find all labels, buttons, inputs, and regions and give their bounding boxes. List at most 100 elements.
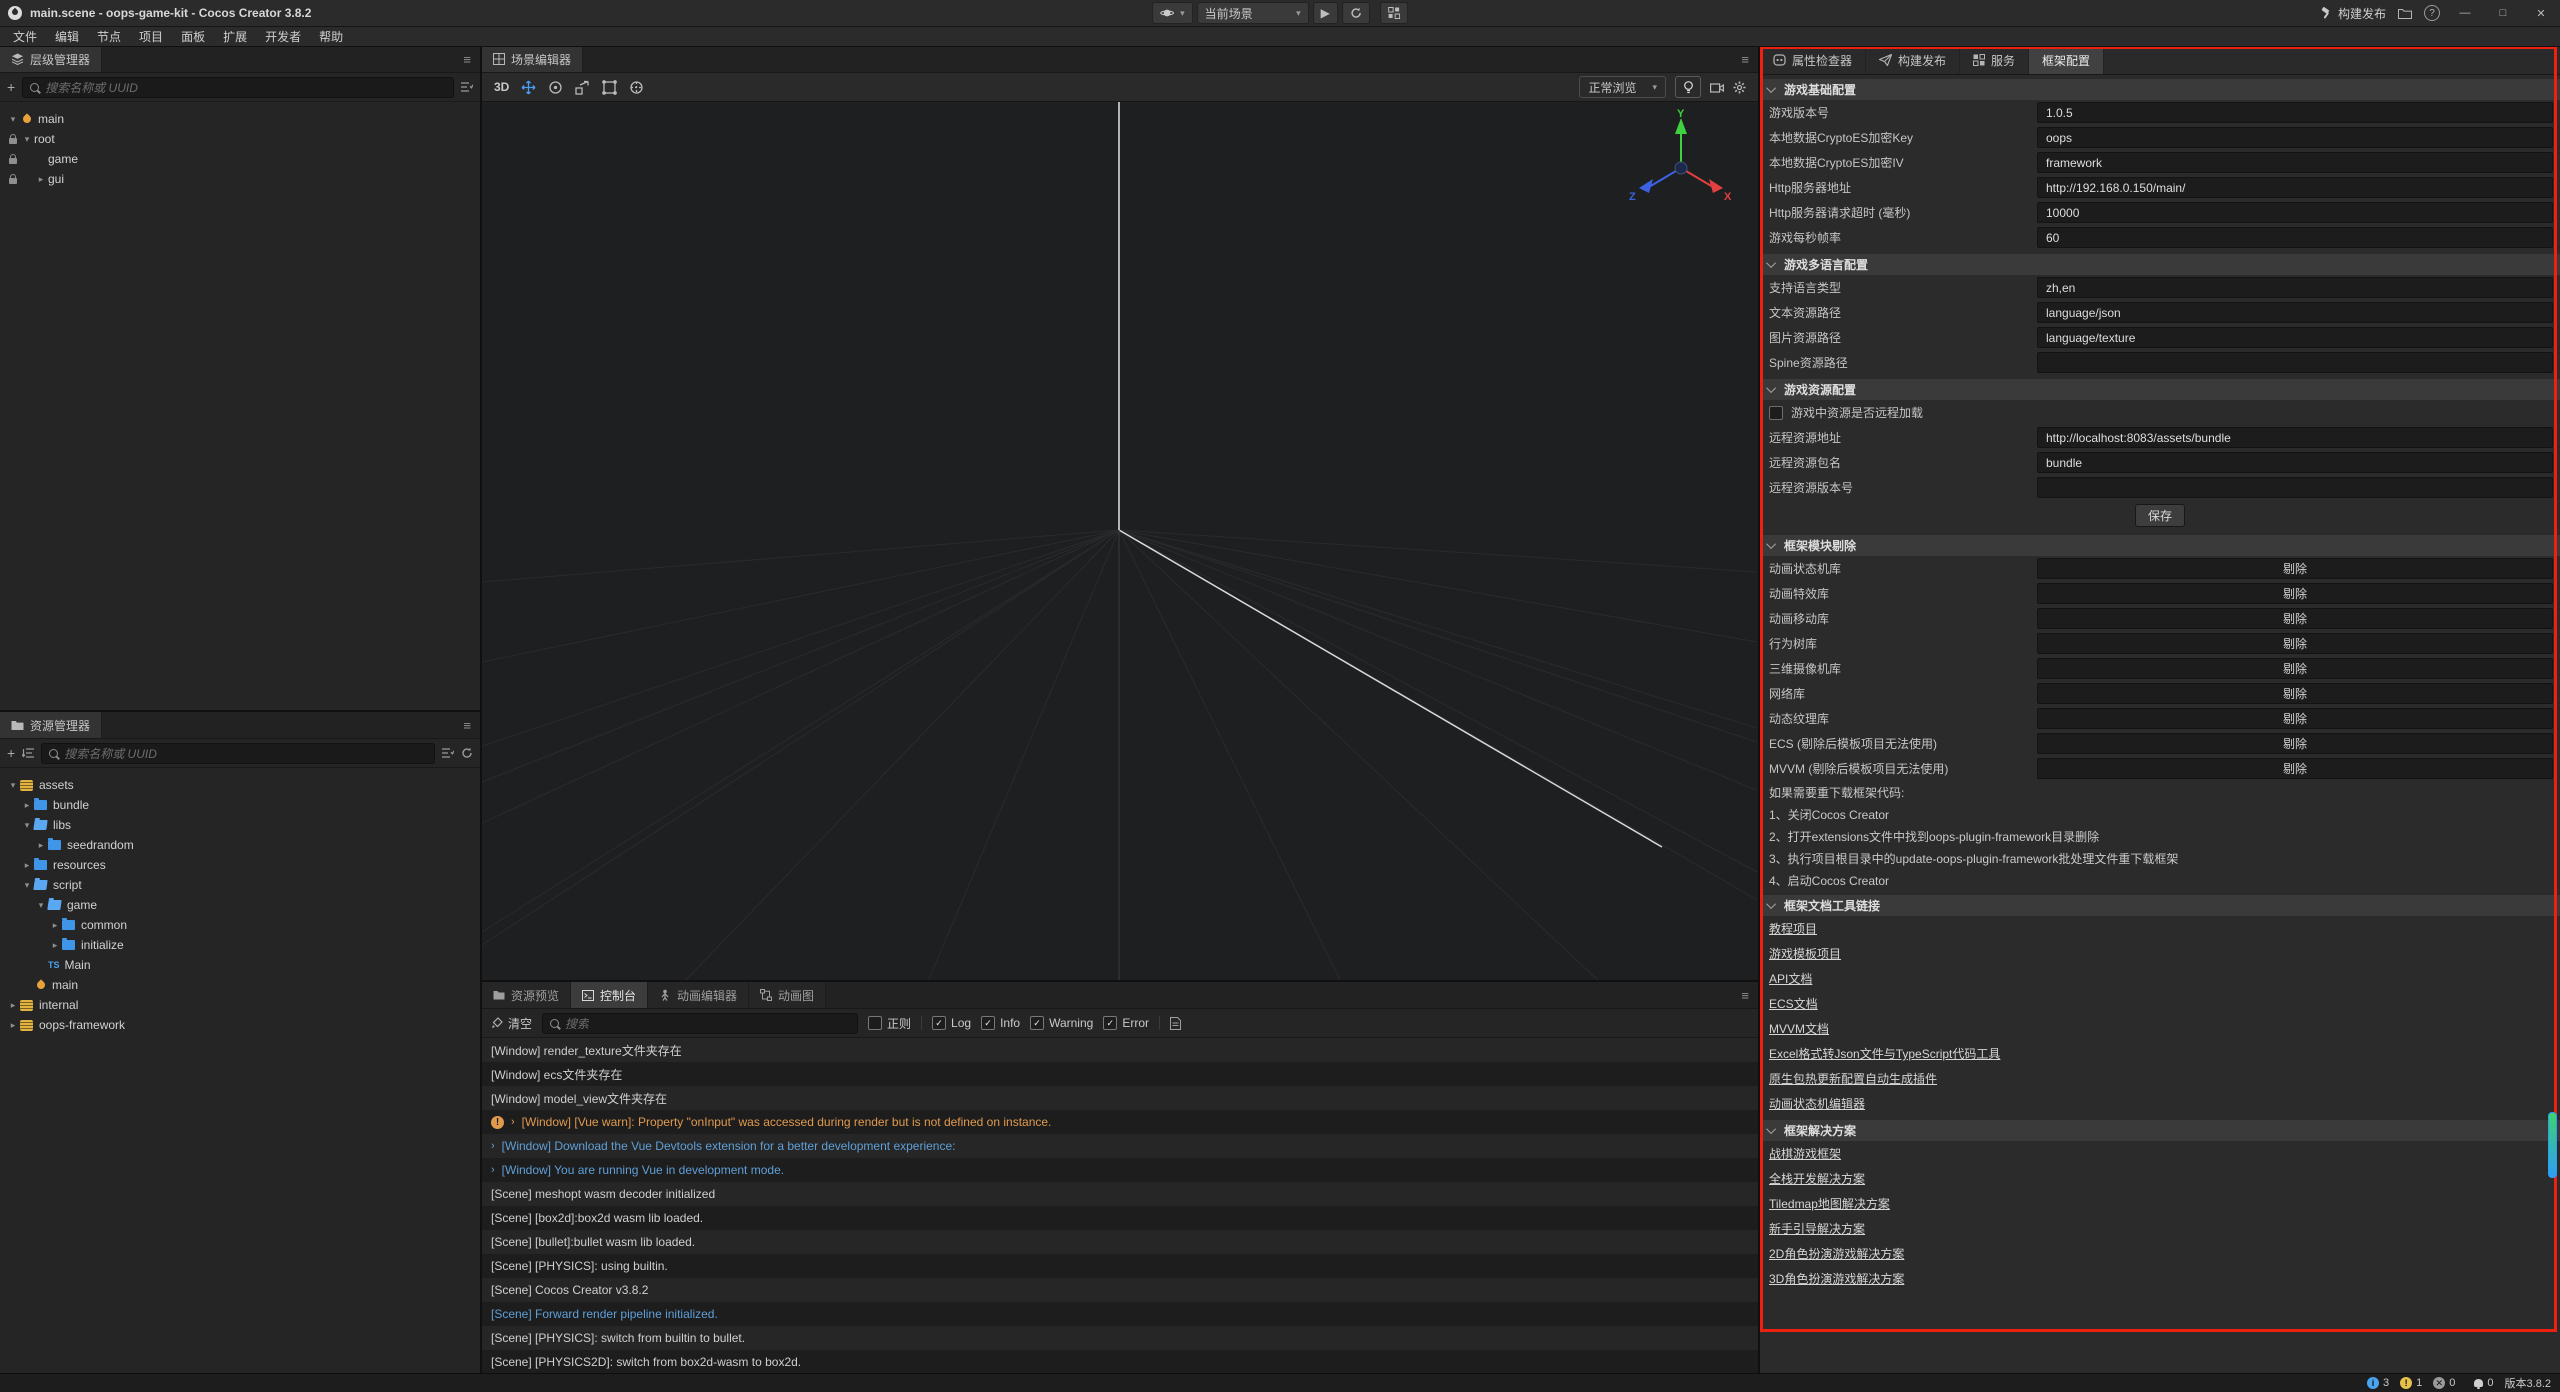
link-mvvm-docs[interactable]: MVVM文档 xyxy=(1760,1016,2560,1041)
log-row[interactable]: [Scene] meshopt wasm decoder initialized xyxy=(482,1182,1758,1206)
scene-menu-icon[interactable]: ≡ xyxy=(1732,46,1758,72)
device-preview-button[interactable] xyxy=(1380,2,1408,24)
asset-node-main-scene[interactable]: main xyxy=(0,975,480,995)
section-docs-links[interactable]: 框架文档工具链接 xyxy=(1760,895,2560,916)
view-mode-dropdown[interactable]: 正常浏览 ▾ xyxy=(1579,76,1666,98)
minimize-button[interactable]: — xyxy=(2452,7,2478,19)
fps-input[interactable]: 60 xyxy=(2037,227,2553,248)
tab-services[interactable]: 服务 xyxy=(1960,46,2029,74)
chevron-collapsed-icon[interactable]: ▸ xyxy=(6,1000,20,1011)
tab-animation-editor[interactable]: 动画编辑器 xyxy=(648,982,749,1008)
log-row[interactable]: [Scene] [PHYSICS]: using builtin. xyxy=(482,1254,1758,1278)
asset-node-internal[interactable]: ▸ internal xyxy=(0,995,480,1015)
remove-module-button[interactable]: 剔除 xyxy=(2037,608,2553,629)
tab-framework-config[interactable]: 框架配置 xyxy=(2029,46,2104,74)
orientation-gizmo[interactable]: Y X Z xyxy=(1621,108,1741,228)
tab-property-inspector[interactable]: 属性检查器 xyxy=(1760,46,1866,74)
regex-checkbox[interactable]: 正则 xyxy=(868,1015,911,1032)
remote-bundle-name-input[interactable]: bundle xyxy=(2037,452,2553,473)
expand-icon[interactable]: › xyxy=(511,1116,515,1128)
hierarchy-search-input[interactable]: 搜索名称或 UUID xyxy=(22,77,454,98)
filter-log-checkbox[interactable]: Log xyxy=(932,1016,971,1030)
menu-project[interactable]: 项目 xyxy=(130,28,172,45)
remove-module-button[interactable]: 剔除 xyxy=(2037,758,2553,779)
log-row[interactable]: [Window] render_texture文件夹存在 xyxy=(482,1038,1758,1062)
refresh-assets-icon[interactable] xyxy=(461,747,473,759)
remove-module-button[interactable]: 剔除 xyxy=(2037,708,2553,729)
asset-node-common[interactable]: ▸ common xyxy=(0,915,480,935)
create-node-button[interactable]: + xyxy=(7,80,15,94)
log-row[interactable]: [Scene] [bullet]:bullet wasm lib loaded. xyxy=(482,1230,1758,1254)
remote-resource-url-input[interactable]: http://localhost:8083/assets/bundle xyxy=(2037,427,2553,448)
text-resource-path-input[interactable]: language/json xyxy=(2037,302,2553,323)
chevron-expanded-icon[interactable]: ▾ xyxy=(6,114,20,125)
log-row[interactable]: [Scene] Cocos Creator v3.8.2 xyxy=(482,1278,1758,1302)
link-2d-rpg-solution[interactable]: 2D角色扮演游戏解决方案 xyxy=(1760,1241,2560,1266)
hierarchy-node-root[interactable]: ▾ root xyxy=(0,129,480,149)
remove-module-button[interactable]: 剔除 xyxy=(2037,683,2553,704)
scene-viewport[interactable]: Y X Z xyxy=(482,102,1758,980)
build-publish-button[interactable]: 构建发布 xyxy=(2320,5,2386,22)
chevron-collapsed-icon[interactable]: ▸ xyxy=(48,920,62,931)
chevron-expanded-icon[interactable]: ▾ xyxy=(20,134,34,145)
info-count[interactable]: i 3 xyxy=(2367,1377,2389,1389)
link-excel-tool[interactable]: Excel格式转Json文件与TypeScript代码工具 xyxy=(1760,1041,2560,1066)
log-row[interactable]: [Scene] [PHYSICS]: switch from builtin t… xyxy=(482,1326,1758,1350)
filter-error-checkbox[interactable]: Error xyxy=(1103,1016,1149,1030)
lighting-toggle-button[interactable] xyxy=(1675,76,1701,98)
chevron-expanded-icon[interactable]: ▾ xyxy=(6,780,20,791)
console-menu-icon[interactable]: ≡ xyxy=(1732,982,1758,1008)
asset-node-main-ts[interactable]: TS Main xyxy=(0,955,480,975)
rotate-tool-button[interactable] xyxy=(548,80,563,95)
link-animator-editor[interactable]: 动画状态机编辑器 xyxy=(1760,1091,2560,1116)
menu-developer[interactable]: 开发者 xyxy=(256,28,310,45)
log-row-info[interactable]: [Scene] Forward render pipeline initiali… xyxy=(482,1302,1758,1326)
section-language-config[interactable]: 游戏多语言配置 xyxy=(1760,254,2560,275)
remove-module-button[interactable]: 剔除 xyxy=(2037,583,2553,604)
link-fullstack-solution[interactable]: 全栈开发解决方案 xyxy=(1760,1166,2560,1191)
notification-count[interactable]: 0 xyxy=(2474,1377,2493,1389)
checkbox-unchecked-icon[interactable] xyxy=(1769,406,1783,420)
clear-console-button[interactable]: 清空 xyxy=(491,1015,532,1032)
spine-resource-path-input[interactable] xyxy=(2037,352,2553,373)
chevron-collapsed-icon[interactable]: ▸ xyxy=(20,860,34,871)
section-game-basic-config[interactable]: 游戏基础配置 xyxy=(1760,79,2560,100)
log-row[interactable]: [Scene] [box2d]:box2d wasm lib loaded. xyxy=(482,1206,1758,1230)
crypto-iv-input[interactable]: framework xyxy=(2037,152,2553,173)
chevron-expanded-icon[interactable]: ▾ xyxy=(20,880,34,891)
menu-edit[interactable]: 编辑 xyxy=(46,28,88,45)
warning-count[interactable]: ! 1 xyxy=(2400,1377,2422,1389)
tab-hierarchy[interactable]: 层级管理器 xyxy=(0,46,102,72)
reload-button[interactable] xyxy=(1342,2,1370,24)
link-hotupdate-plugin[interactable]: 原生包热更新配置自动生成插件 xyxy=(1760,1066,2560,1091)
scene-select-dropdown[interactable]: 当前场景 ▾ xyxy=(1197,2,1309,24)
log-row-info[interactable]: › [Window] You are running Vue in develo… xyxy=(482,1158,1758,1182)
asset-node-libs[interactable]: ▾ libs xyxy=(0,815,480,835)
chevron-collapsed-icon[interactable]: ▸ xyxy=(34,174,48,185)
section-solutions[interactable]: 框架解决方案 xyxy=(1760,1120,2560,1141)
link-3d-rpg-solution[interactable]: 3D角色扮演游戏解决方案 xyxy=(1760,1266,2560,1291)
asset-node-resources[interactable]: ▸ resources xyxy=(0,855,480,875)
link-tutorial-project[interactable]: 教程项目 xyxy=(1760,916,2560,941)
link-guide-solution[interactable]: 新手引导解决方案 xyxy=(1760,1216,2560,1241)
link-ecs-docs[interactable]: ECS文档 xyxy=(1760,991,2560,1016)
chevron-collapsed-icon[interactable]: ▸ xyxy=(6,1020,20,1031)
assets-filter-icon[interactable] xyxy=(442,748,454,758)
section-resource-config[interactable]: 游戏资源配置 xyxy=(1760,379,2560,400)
help-icon[interactable]: ? xyxy=(2424,5,2440,21)
asset-node-initialize[interactable]: ▸ initialize xyxy=(0,935,480,955)
hierarchy-node-gui[interactable]: ▸ gui xyxy=(0,169,480,189)
image-resource-path-input[interactable]: language/texture xyxy=(2037,327,2553,348)
move-tool-button[interactable] xyxy=(521,80,536,95)
remote-load-checkbox-row[interactable]: 游戏中资源是否远程加载 xyxy=(1760,400,2560,425)
log-row[interactable]: [Window] ecs文件夹存在 xyxy=(482,1062,1758,1086)
maximize-button[interactable]: □ xyxy=(2490,7,2516,19)
remove-module-button[interactable]: 剔除 xyxy=(2037,658,2553,679)
tab-asset-preview[interactable]: 资源预览 xyxy=(482,982,571,1008)
hierarchy-node-game[interactable]: game xyxy=(0,149,480,169)
menu-node[interactable]: 节点 xyxy=(88,28,130,45)
scale-tool-button[interactable] xyxy=(575,80,590,95)
http-timeout-input[interactable]: 10000 xyxy=(2037,202,2553,223)
menu-extension[interactable]: 扩展 xyxy=(214,28,256,45)
rect-tool-button[interactable] xyxy=(602,80,617,95)
